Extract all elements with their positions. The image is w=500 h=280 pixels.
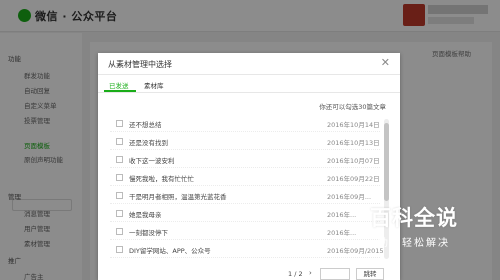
page-number-input[interactable] <box>320 268 350 280</box>
dialog-tabs: 已发送 素材库 <box>98 75 400 93</box>
list-item[interactable]: 还不想总结 2016年10月14日 <box>110 115 380 132</box>
watermark-main-text: 百科全说 <box>370 206 458 230</box>
list-item[interactable]: 她是我母亲 2016年... <box>110 205 380 222</box>
article-date: 2016年10月14日 <box>327 121 380 129</box>
list-item[interactable]: 慢死我啦，我有忙忙忙 2016年09月22日 <box>110 169 380 186</box>
article-title: 干是明月者相照，温温第光蓝花香 <box>129 193 227 201</box>
selection-hint: 你还可以勾选30篇文章 <box>319 103 386 111</box>
page-indicator: 1 / 2 <box>288 270 303 278</box>
baike-watermark: 百科全说 助你轻松解决 <box>354 198 500 262</box>
list-item[interactable]: 收下这一波安利 2016年10月07日 <box>110 151 380 168</box>
article-title: 还不想总结 <box>129 121 162 129</box>
article-checkbox[interactable] <box>116 192 123 199</box>
scrollbar-thumb[interactable] <box>384 123 389 201</box>
article-checkbox[interactable] <box>116 246 123 253</box>
article-date: 2016年... <box>327 229 357 237</box>
list-item[interactable]: 干是明月者相照，温温第光蓝花香 2016年09月... <box>110 187 380 204</box>
article-title: 她是我母亲 <box>129 211 162 219</box>
pagination: 1 / 2 › 跳转 <box>98 268 400 280</box>
article-checkbox[interactable] <box>116 120 123 127</box>
list-item[interactable]: DIY留学网站、APP、公众号 2016年09月/2015 <box>110 241 384 258</box>
article-date: 2016年... <box>327 211 357 219</box>
article-title: DIY留学网站、APP、公众号 <box>129 247 211 255</box>
tab-material-library[interactable]: 素材库 <box>144 80 164 90</box>
list-item[interactable]: 一刻都没停下 2016年... <box>110 223 380 240</box>
tab-sent[interactable]: 已发送 <box>109 80 129 90</box>
close-icon[interactable]: ✕ <box>381 57 390 68</box>
dialog-title: 从素材管理中选择 <box>108 60 172 69</box>
article-checkbox[interactable] <box>116 174 123 181</box>
article-title: 收下这一波安利 <box>129 157 175 165</box>
article-checkbox[interactable] <box>116 138 123 145</box>
watermark-sub-text: 助你轻松解决 <box>378 238 450 249</box>
jump-button[interactable]: 跳转 <box>356 268 384 280</box>
article-title: 还是没有找到 <box>129 139 168 147</box>
article-title: 一刻都没停下 <box>129 229 168 237</box>
article-checkbox[interactable] <box>116 210 123 217</box>
dialog-header: 从素材管理中选择 ✕ <box>98 53 400 75</box>
article-date: 2016年10月07日 <box>327 157 380 165</box>
active-tab-indicator <box>104 90 136 92</box>
article-checkbox[interactable] <box>116 228 123 235</box>
article-title: 慢死我啦，我有忙忙忙 <box>129 175 194 183</box>
article-checkbox[interactable] <box>116 156 123 163</box>
article-date: 2016年09月22日 <box>327 175 380 183</box>
chevron-right-icon[interactable]: › <box>309 269 312 277</box>
article-date: 2016年10月13日 <box>327 139 380 147</box>
list-item[interactable]: 还是没有找到 2016年10月13日 <box>110 133 380 150</box>
